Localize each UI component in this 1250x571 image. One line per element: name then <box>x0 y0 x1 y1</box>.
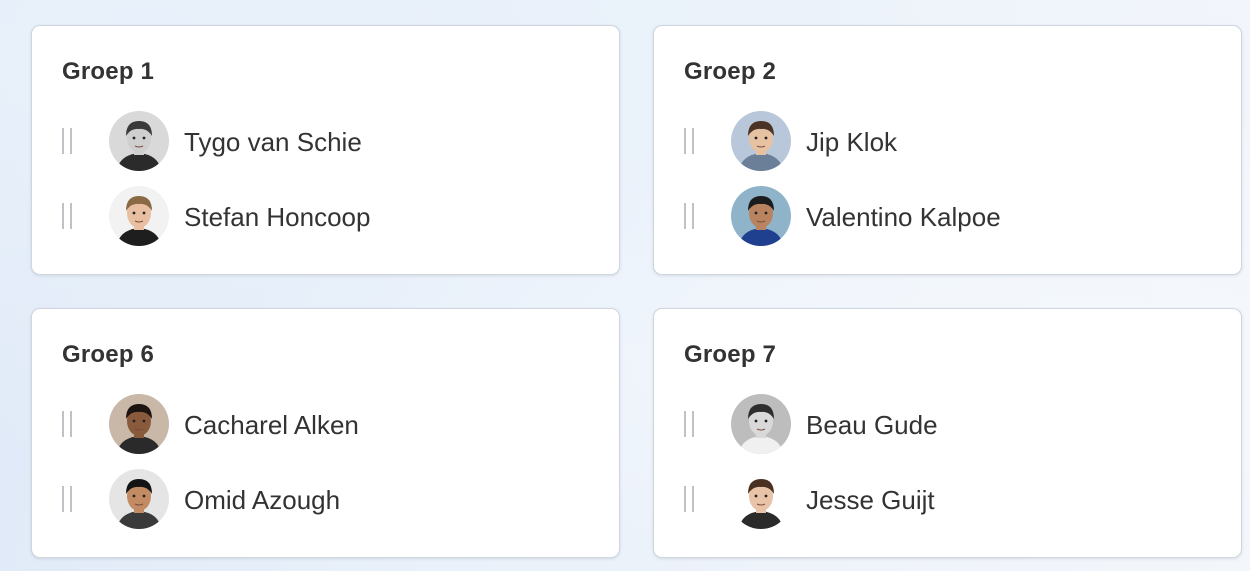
member-name: Valentino Kalpoe <box>806 202 1001 232</box>
avatar <box>109 469 169 529</box>
avatar-portrait <box>731 469 791 529</box>
member-name: Jesse Guijt <box>806 485 935 515</box>
avatar-portrait <box>109 469 169 529</box>
member-name: Beau Gude <box>806 410 938 440</box>
drag-handle-icon[interactable] <box>684 411 694 437</box>
avatar <box>109 394 169 454</box>
group-card-1: Groep 1 Tygo van Schie Stefan Honcoop <box>31 25 620 275</box>
member-name: Stefan Honcoop <box>184 202 371 232</box>
group-title: Groep 1 <box>62 58 155 85</box>
avatar-portrait <box>109 394 169 454</box>
avatar-portrait <box>731 111 791 171</box>
avatar <box>731 469 791 529</box>
avatar-portrait <box>109 186 169 246</box>
member-row[interactable]: Jesse Guijt <box>654 469 1241 529</box>
member-name: Cacharel Alken <box>184 410 359 440</box>
member-row[interactable]: Tygo van Schie <box>32 111 619 171</box>
drag-handle-icon[interactable] <box>684 203 694 229</box>
member-row[interactable]: Jip Klok <box>654 111 1241 171</box>
group-card-2: Groep 2 Jip Klok Valentino Kalpoe <box>653 25 1242 275</box>
group-card-7: Groep 7 Beau Gude Jesse Guijt <box>653 308 1242 558</box>
drag-handle-icon[interactable] <box>62 411 72 437</box>
drag-handle-icon[interactable] <box>62 486 72 512</box>
avatar <box>731 186 791 246</box>
member-row[interactable]: Omid Azough <box>32 469 619 529</box>
avatar-portrait <box>109 111 169 171</box>
drag-handle-icon[interactable] <box>684 486 694 512</box>
drag-handle-icon[interactable] <box>62 128 72 154</box>
drag-handle-icon[interactable] <box>684 128 694 154</box>
drag-handle-icon[interactable] <box>62 203 72 229</box>
member-name: Tygo van Schie <box>184 127 362 157</box>
member-row[interactable]: Beau Gude <box>654 394 1241 454</box>
avatar <box>731 111 791 171</box>
member-row[interactable]: Stefan Honcoop <box>32 186 619 246</box>
member-row[interactable]: Cacharel Alken <box>32 394 619 454</box>
avatar <box>731 394 791 454</box>
avatar-portrait <box>731 394 791 454</box>
group-card-6: Groep 6 Cacharel Alken Omid Azough <box>31 308 620 558</box>
group-title: Groep 2 <box>684 58 777 85</box>
group-title: Groep 6 <box>62 341 155 368</box>
avatar <box>109 111 169 171</box>
avatar-portrait <box>731 186 791 246</box>
group-title: Groep 7 <box>684 341 777 368</box>
avatar <box>109 186 169 246</box>
member-row[interactable]: Valentino Kalpoe <box>654 186 1241 246</box>
member-name: Omid Azough <box>184 485 341 515</box>
member-name: Jip Klok <box>806 127 898 157</box>
